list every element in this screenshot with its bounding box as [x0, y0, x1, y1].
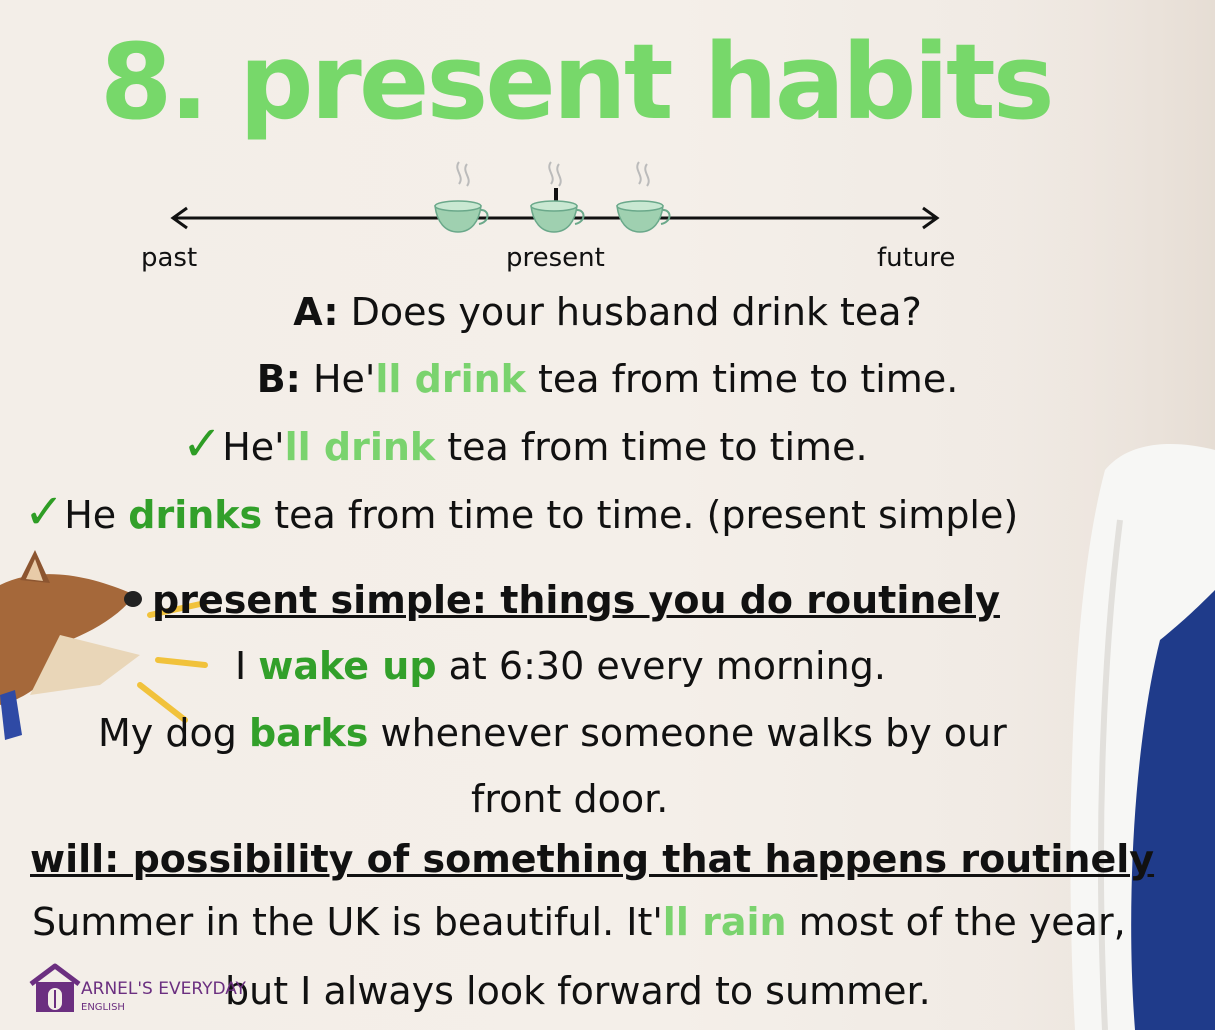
present-simple-heading: present simple: things you do routinely [152, 578, 1000, 622]
logo-name: ARNEL'S EVERYDAY [81, 979, 246, 999]
logo-subtitle: ENGLISH [81, 1002, 125, 1013]
correct2-verb: drinks [128, 493, 263, 537]
timeline [170, 161, 940, 233]
channel-logo: ARNEL'S EVERYDAY ENGLISH [27, 962, 247, 1022]
present-simple-example-2: My dog barks whenever someone walks by o… [98, 714, 1007, 752]
will-ex1-post: most of the year, [786, 900, 1126, 944]
timeline-label-future: future [877, 243, 956, 273]
tea-cup-icon [434, 161, 489, 233]
will-example-1: Summer in the UK is beautiful. It'll rai… [32, 903, 1126, 941]
line-b-verb: ll drink [375, 357, 526, 401]
ps-ex1-pre: I [235, 644, 259, 688]
timeline-label-present: present [506, 243, 605, 273]
correct1-post: tea from time to time. [435, 425, 868, 469]
checkmark-icon: ✓ [24, 484, 65, 540]
speaker-a: A: [293, 290, 339, 334]
ps-ex2-post: whenever someone walks by our [368, 711, 1007, 755]
ps-ex1-verb: wake up [258, 644, 437, 688]
dialogue-line-a: A: Does your husband drink tea? [0, 293, 1215, 331]
correct2-post: tea from time to time. (present simple) [262, 493, 1019, 537]
present-simple-example-2-line2: front door. [471, 777, 669, 821]
correct2-pre: He [64, 493, 129, 537]
present-simple-example-1: I wake up at 6:30 every morning. [235, 647, 886, 685]
house-icon [29, 963, 81, 1012]
ps-ex2-pre: My dog [98, 711, 249, 755]
ps-ex1-post: at 6:30 every morning. [436, 644, 886, 688]
will-ex1-verb: ll rain [662, 900, 787, 944]
line-b-pre: He' [300, 357, 376, 401]
will-ex1-pre: Summer in the UK is beautiful. It' [32, 900, 663, 944]
correct1-verb: ll drink [284, 425, 436, 469]
ps-ex2-verb: barks [248, 711, 369, 755]
checkmark-icon: ✓ [182, 416, 223, 472]
correct-example-2: ✓He drinks tea from time to time. (prese… [24, 488, 1018, 536]
correct-example-1: ✓He'll drink tea from time to time. [182, 420, 868, 468]
dialogue-line-b: B: He'll drink tea from time to time. [0, 360, 1215, 398]
page-title: 8. present habits [100, 21, 1055, 143]
tea-cup-icon [616, 161, 671, 233]
correct1-pre: He' [222, 425, 285, 469]
timeline-label-past: past [141, 243, 198, 273]
will-heading: will: possibility of something that happ… [30, 837, 1155, 881]
line-a-text: Does your husband drink tea? [338, 290, 922, 334]
line-b-post: tea from time to time. [525, 357, 959, 401]
speaker-b: B: [256, 357, 301, 401]
will-example-1-line2: but I always look forward to summer. [225, 969, 931, 1013]
